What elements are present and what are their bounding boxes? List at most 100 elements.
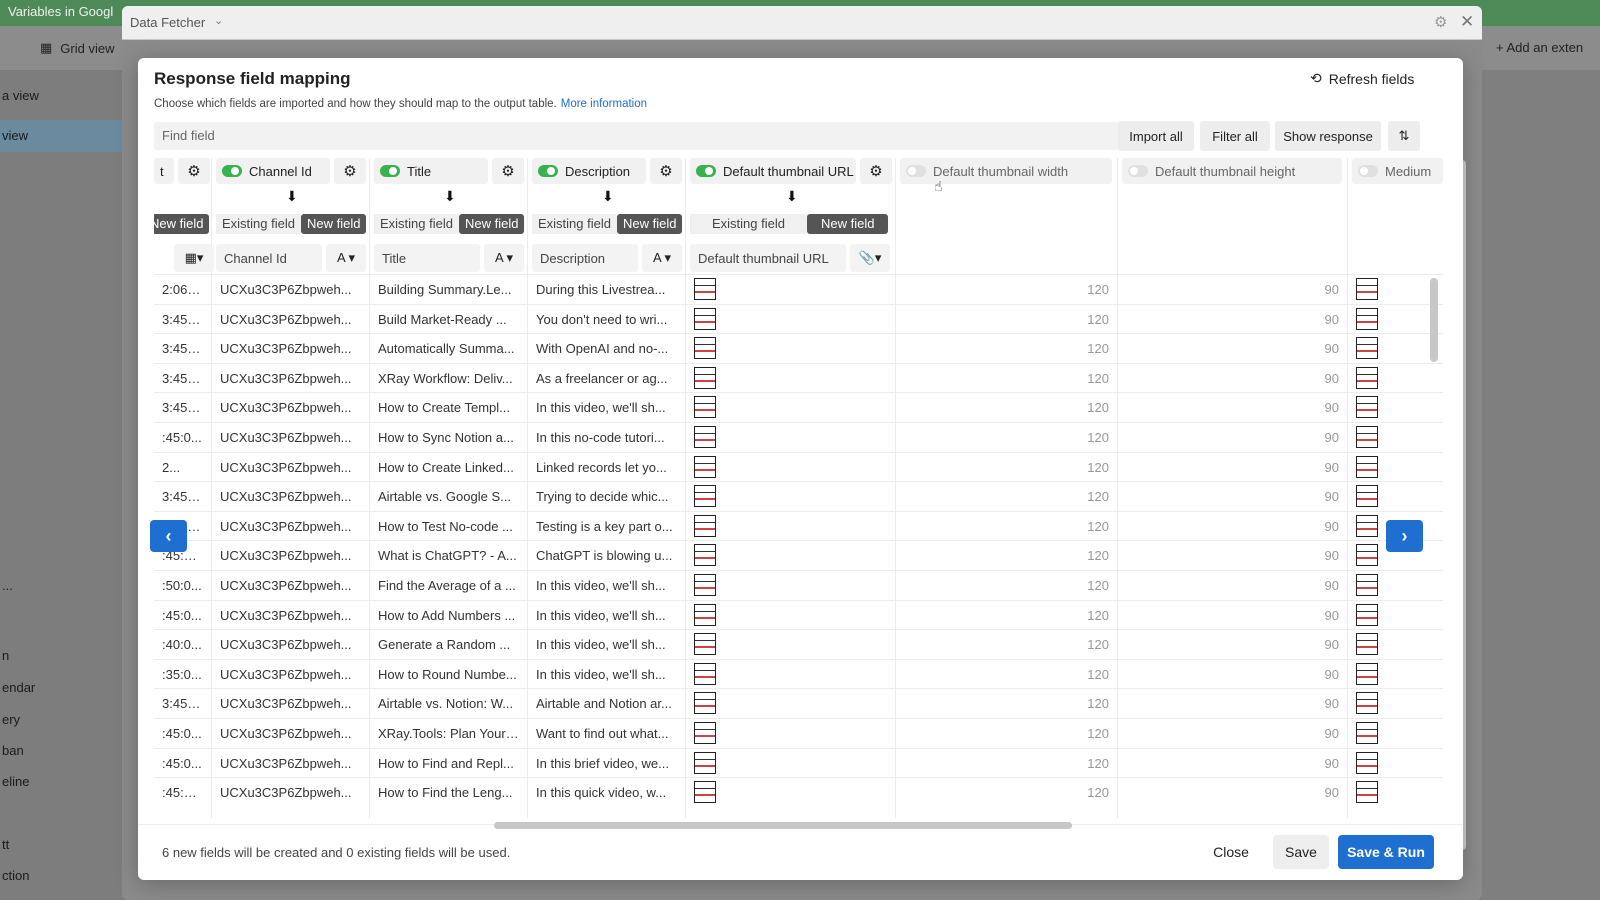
gear-icon[interactable]: ⚙ [860, 158, 892, 184]
text-type-icon[interactable]: A ▾ [326, 244, 366, 272]
sidebar-item[interactable]: tt [2, 837, 9, 852]
table-cell: 2... [154, 451, 211, 482]
table-cell: How to Add Numbers ... [370, 599, 527, 630]
medium-toggle[interactable]: Medium [1352, 158, 1443, 184]
existing-field-button[interactable]: Existing field [690, 214, 807, 234]
sidebar-item[interactable]: endar [2, 680, 35, 695]
existing-field-button[interactable]: Existing field [532, 214, 617, 234]
close-button[interactable]: Close [1200, 835, 1262, 869]
table-cell: UCXu3C3P6Zbpweh... [212, 658, 369, 689]
column-name: Title [407, 163, 432, 179]
toggle-on[interactable] [380, 165, 400, 177]
thumbnail-image [694, 337, 716, 360]
filter-all-button[interactable]: Filter all [1200, 121, 1270, 151]
new-field-button[interactable]: New field [806, 214, 889, 234]
scroll-right-button[interactable]: › [1386, 520, 1423, 552]
thumbnail-height-toggle[interactable]: Default thumbnail height [1122, 158, 1342, 184]
sidebar-item[interactable]: a view [2, 88, 39, 103]
gear-icon[interactable]: ⚙ [334, 158, 366, 184]
table-cell: 90 [1118, 362, 1347, 393]
table-cell: 90 [1118, 333, 1347, 363]
table-cell [1348, 599, 1443, 630]
calendar-icon[interactable]: ▦▾ [174, 244, 214, 272]
table-cell: UCXu3C3P6Zbpweh... [212, 569, 369, 600]
field-name-input[interactable]: Channel Id [216, 244, 322, 272]
table-cell: 90 [1118, 629, 1347, 659]
existing-field-button[interactable]: Existing field [216, 214, 301, 234]
sidebar-item[interactable]: ction [2, 868, 29, 883]
sidebar-item[interactable]: ery [2, 712, 20, 727]
gear-icon[interactable]: ⚙ [492, 158, 524, 184]
add-extension-button[interactable]: + Add an exten [1496, 40, 1583, 55]
toggle-off[interactable] [1358, 165, 1378, 177]
scroll-left-button[interactable]: ‹ [150, 520, 187, 552]
sidebar-item[interactable]: ... [2, 578, 13, 593]
column-thumbnail-height: Default thumbnail height 90 90 90 90 90 90 90 9… [1118, 158, 1348, 818]
sidebar-item[interactable]: ban [2, 743, 24, 758]
toggle-on[interactable] [222, 165, 242, 177]
sidebar-item-active[interactable]: view [0, 120, 122, 152]
close-icon[interactable]: ✕ [1460, 12, 1474, 32]
new-field-button[interactable]: New field [300, 214, 367, 234]
modal-subtitle: Choose which fields are imported and how… [154, 98, 647, 110]
field-name-input[interactable]: Default thumbnail URL [690, 244, 846, 272]
new-field-button[interactable]: New field [458, 214, 525, 234]
table-cell: In this video, we'll sh... [528, 599, 685, 630]
table-cell [1348, 629, 1443, 659]
table-cell: :45:0... [154, 421, 211, 452]
field-name-input[interactable]: Title [374, 244, 480, 272]
refresh-fields-button[interactable]: ⟲ Refresh fields [1310, 70, 1414, 87]
arrow-down-icon: ⬇ [286, 188, 298, 204]
table-cell [1348, 777, 1443, 807]
table-cell: 120 [896, 599, 1117, 630]
toggle-off[interactable] [906, 165, 926, 177]
sidebar-item[interactable]: n [2, 648, 9, 663]
table-cell: 90 [1118, 569, 1347, 600]
thumbnail-image [694, 544, 716, 567]
sidebar-item[interactable]: eline [2, 774, 29, 789]
arrow-down-icon: ⬇ [786, 188, 798, 204]
save-button[interactable]: Save [1273, 835, 1329, 869]
thumbnail-width-toggle[interactable]: Default thumbnail width [900, 158, 1112, 184]
gear-icon[interactable]: ⚙ [1434, 13, 1447, 31]
table-cell: 90 [1118, 599, 1347, 630]
description-toggle[interactable]: Description [532, 158, 646, 184]
table-cell: UCXu3C3P6Zbpweh... [212, 451, 369, 482]
field-name-input[interactable]: Description [532, 244, 638, 272]
grid-view-button[interactable]: ▦ Grid view [40, 40, 114, 56]
toggle-off[interactable] [1128, 165, 1148, 177]
table-cell: UCXu3C3P6Zbpweh... [212, 333, 369, 363]
table-cell [1348, 569, 1443, 600]
table-cell: UCXu3C3P6Zbpweh... [212, 747, 369, 778]
grid-vertical-scrollbar[interactable] [1430, 278, 1438, 362]
find-field-input[interactable]: Find field [154, 122, 1118, 150]
table-cell: In this no-code tutori... [528, 421, 685, 452]
gear-icon[interactable]: ⚙ [650, 158, 682, 184]
column-toggle-label[interactable]: t [154, 158, 174, 184]
show-response-button[interactable]: Show response [1275, 121, 1381, 151]
toggle-on[interactable] [696, 165, 716, 177]
channel-id-toggle[interactable]: Channel Id [216, 158, 330, 184]
title-toggle[interactable]: Title [374, 158, 488, 184]
table-cell: UCXu3C3P6Zbpweh... [212, 303, 369, 334]
attachment-icon[interactable]: 📎▾ [850, 244, 890, 272]
horizontal-scrollbar[interactable] [494, 822, 1072, 829]
column-rows: UCXu3C3P6Zbpweh... UCXu3C3P6Zbpweh... UCXu… [212, 274, 369, 807]
frame-title[interactable]: Data Fetcher [130, 15, 205, 30]
import-all-button[interactable]: Import all [1118, 121, 1194, 151]
new-field-button[interactable]: New field [616, 214, 683, 234]
text-type-icon[interactable]: A ▾ [484, 244, 524, 272]
existing-field-button[interactable]: Existing field [374, 214, 459, 234]
toggle-on[interactable] [538, 165, 558, 177]
more-information-link[interactable]: More information [561, 98, 647, 110]
mouse-cursor-icon: ☝ [934, 178, 943, 194]
table-cell [686, 274, 895, 304]
chevron-down-icon[interactable]: ⌄ [214, 14, 223, 27]
new-field-button[interactable]: New field [154, 214, 210, 234]
save-and-run-button[interactable]: Save & Run [1338, 835, 1434, 869]
thumbnail-url-toggle[interactable]: Default thumbnail URL [690, 158, 856, 184]
thumbnail-image [1356, 544, 1378, 567]
sort-button[interactable]: ⇅ [1388, 121, 1420, 151]
gear-icon[interactable]: ⚙ [178, 158, 210, 184]
text-type-icon[interactable]: A ▾ [642, 244, 682, 272]
